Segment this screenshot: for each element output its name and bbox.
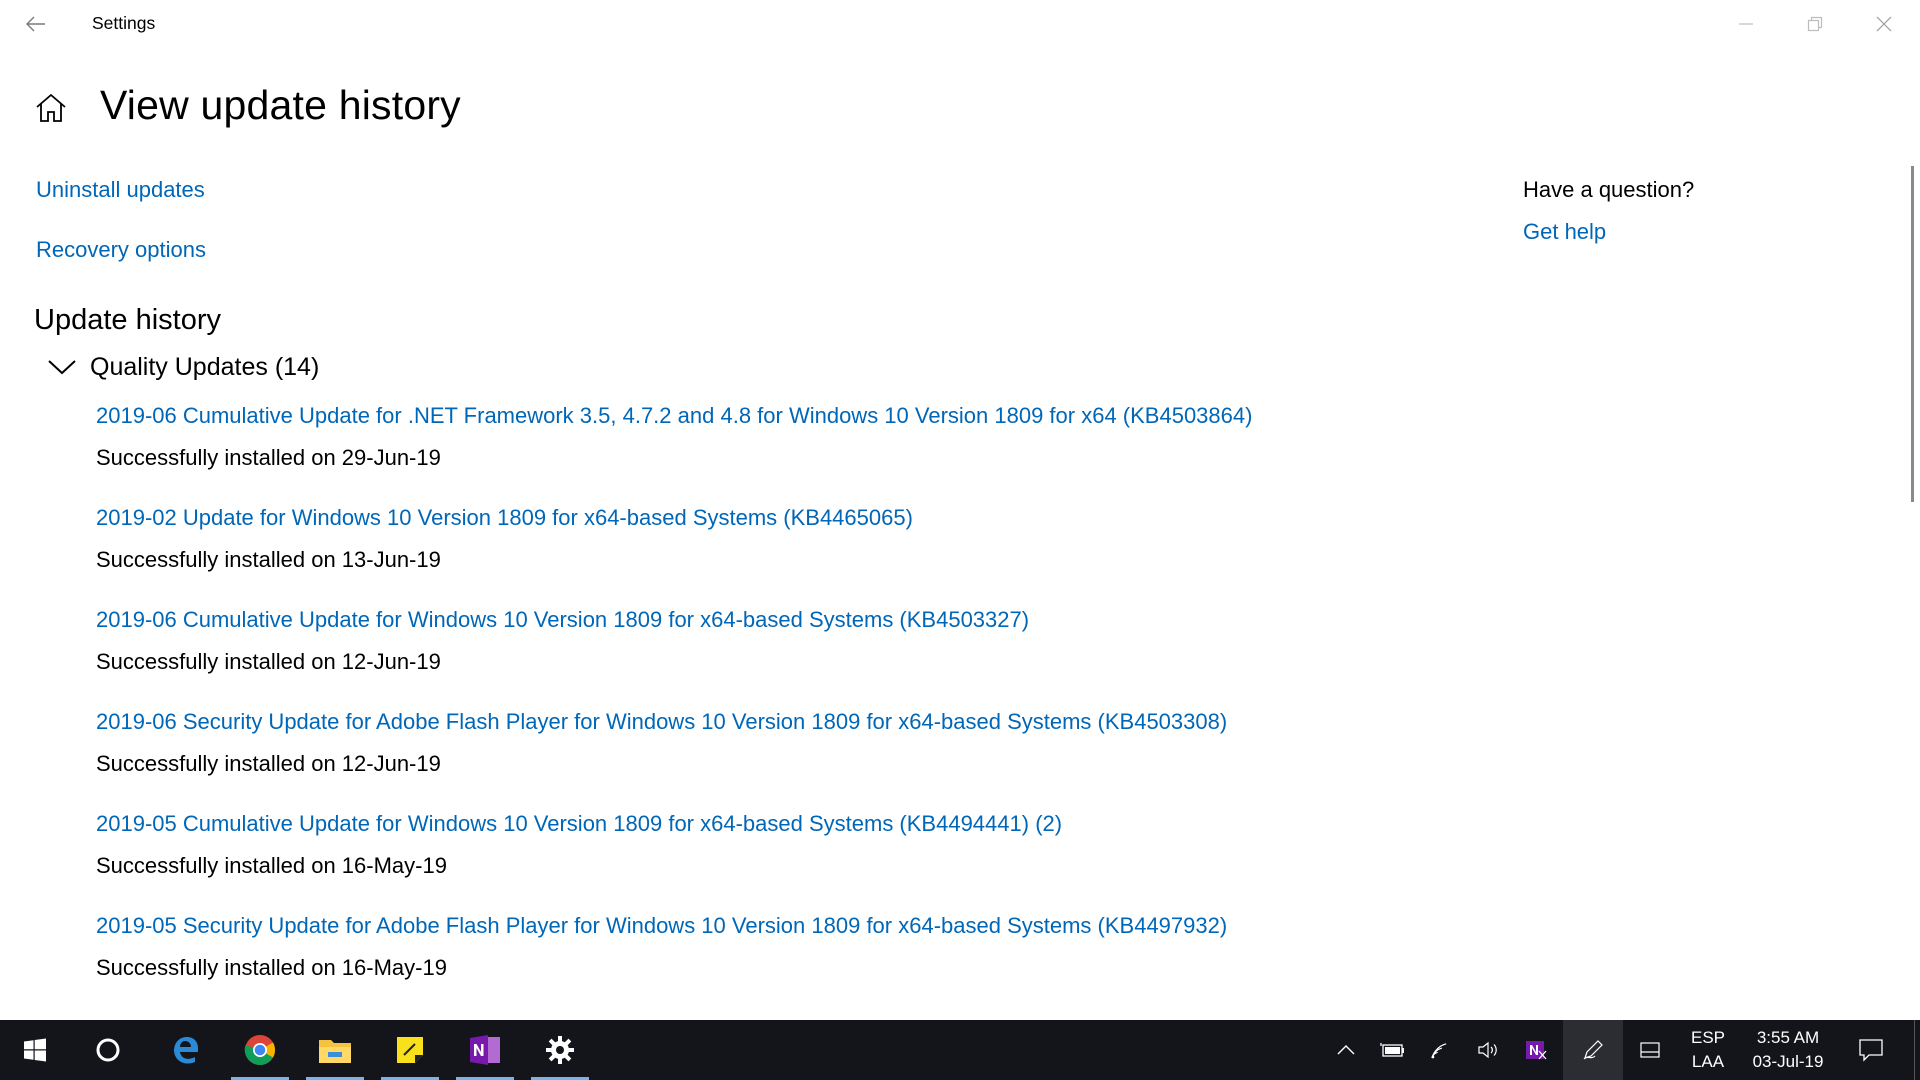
list-item: 2019-02 Update for Windows 10 Version 18…: [96, 504, 1252, 606]
settings-gear-icon: [546, 1036, 574, 1064]
home-button[interactable]: [33, 90, 69, 126]
help-question: Have a question?: [1523, 177, 1695, 202]
input-language-button[interactable]: ESP LAA: [1680, 1020, 1736, 1080]
close-icon: [1876, 16, 1892, 32]
clock-button[interactable]: 3:55 AM 03-Jul-19: [1744, 1020, 1832, 1080]
clock-date: 03-Jul-19: [1752, 1052, 1824, 1071]
battery-icon: [1380, 1043, 1404, 1057]
onenote-icon: [470, 1035, 500, 1065]
recovery-options-link[interactable]: Recovery options: [36, 237, 206, 263]
keyboard-layout-code: LAA: [1691, 1052, 1725, 1071]
update-status: Successfully installed on 12-Jun-19: [96, 649, 441, 674]
taskbar: ESP LAA 3:55 AM 03-Jul-19: [0, 1020, 1920, 1080]
title-bar: Settings: [0, 0, 1920, 50]
settings-app-button[interactable]: [529, 1020, 591, 1080]
update-link[interactable]: 2019-06 Security Update for Adobe Flash …: [96, 708, 1252, 736]
chrome-icon: [244, 1035, 276, 1066]
back-arrow-icon: [26, 16, 45, 32]
list-item: 2019-05 Security Update for Adobe Flash …: [96, 912, 1252, 1014]
list-item: 2019-06 Cumulative Update for Windows 10…: [96, 606, 1252, 708]
touch-keyboard-button[interactable]: [1628, 1020, 1672, 1080]
scrollbar-thumb[interactable]: [1911, 166, 1914, 502]
update-list: 2019-06 Cumulative Update for .NET Frame…: [96, 402, 1252, 1014]
restore-icon: [1807, 16, 1823, 32]
quality-updates-group-label: Quality Updates (14): [90, 352, 320, 381]
update-status: Successfully installed on 13-Jun-19: [96, 547, 441, 572]
sticky-notes-button[interactable]: [379, 1020, 441, 1080]
minimize-button[interactable]: [1712, 0, 1780, 48]
clock-time: 3:55 AM: [1756, 1028, 1820, 1047]
update-link[interactable]: 2019-06 Cumulative Update for Windows 10…: [96, 606, 1252, 634]
update-status: Successfully installed on 16-May-19: [96, 955, 447, 980]
update-link[interactable]: 2019-06 Cumulative Update for .NET Frame…: [96, 402, 1252, 430]
pen-icon: [1583, 1040, 1603, 1060]
update-link[interactable]: 2019-05 Cumulative Update for Windows 10…: [96, 810, 1252, 838]
start-icon: [24, 1038, 46, 1062]
network-button[interactable]: [1420, 1020, 1464, 1080]
cortana-icon: [96, 1038, 120, 1062]
update-status: Successfully installed on 29-Jun-19: [96, 445, 441, 470]
update-status: Successfully installed on 16-May-19: [96, 853, 447, 878]
volume-button[interactable]: [1467, 1020, 1511, 1080]
file-explorer-button[interactable]: [304, 1020, 366, 1080]
action-center-button[interactable]: [1846, 1020, 1896, 1080]
list-item: 2019-06 Cumulative Update for .NET Frame…: [96, 402, 1252, 504]
uninstall-updates-link[interactable]: Uninstall updates: [36, 177, 205, 203]
edge-button[interactable]: [154, 1020, 216, 1080]
update-link[interactable]: 2019-02 Update for Windows 10 Version 18…: [96, 504, 1252, 532]
update-history-heading: Update history: [34, 304, 221, 336]
file-explorer-icon: [319, 1040, 351, 1063]
restore-button[interactable]: [1781, 0, 1849, 48]
home-icon: [36, 93, 66, 122]
show-hidden-icons-button[interactable]: [1324, 1020, 1368, 1080]
chrome-button[interactable]: [229, 1020, 291, 1080]
window-title: Settings: [92, 13, 156, 33]
edge-icon: [174, 1037, 198, 1064]
start-button[interactable]: [4, 1020, 66, 1080]
speaker-icon: [1478, 1041, 1497, 1059]
chevron-down-icon: [44, 350, 80, 384]
update-status: Successfully installed on 12-Jun-19: [96, 751, 441, 776]
back-button[interactable]: [17, 6, 55, 42]
update-link[interactable]: 2019-05 Security Update for Adobe Flash …: [96, 912, 1252, 940]
get-help-link[interactable]: Get help: [1523, 219, 1606, 245]
language-code: ESP: [1690, 1028, 1726, 1047]
show-desktop-button[interactable]: [1914, 1020, 1920, 1080]
cortana-button[interactable]: [77, 1020, 139, 1080]
list-item: 2019-05 Cumulative Update for Windows 10…: [96, 810, 1252, 912]
close-button[interactable]: [1850, 0, 1918, 48]
onenote-clipper-tray-button[interactable]: [1514, 1020, 1558, 1080]
sticky-notes-icon: [397, 1037, 423, 1063]
battery-button[interactable]: [1371, 1020, 1415, 1080]
windows-ink-button[interactable]: [1563, 1020, 1623, 1080]
keyboard-icon: [1640, 1042, 1660, 1058]
page-title: View update history: [100, 82, 461, 128]
list-item: 2019-06 Security Update for Adobe Flash …: [96, 708, 1252, 810]
wifi-icon: [1431, 1043, 1447, 1059]
onenote-button[interactable]: [454, 1020, 516, 1080]
quality-updates-group-toggle[interactable]: Quality Updates (14): [44, 350, 319, 384]
minimize-icon: [1739, 23, 1753, 25]
onenote-tray-icon: [1526, 1041, 1547, 1060]
chevron-up-icon: [1337, 1045, 1355, 1055]
notification-icon: [1859, 1039, 1883, 1062]
